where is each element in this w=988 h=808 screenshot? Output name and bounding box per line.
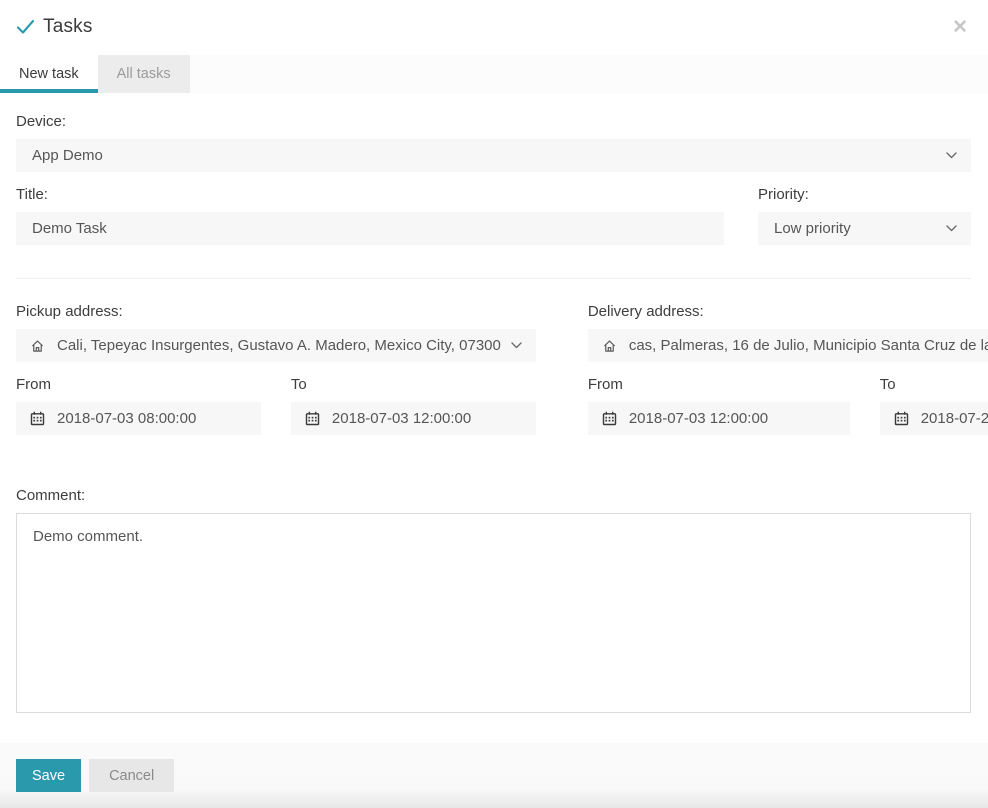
- addresses-row: Pickup address: Cali, Tepeyac Insurgente…: [16, 303, 988, 435]
- title-field-group: Title: Demo Task: [16, 186, 724, 245]
- tab-all-tasks[interactable]: All tasks: [97, 55, 190, 93]
- device-value: App Demo: [32, 147, 103, 164]
- calendar-icon: [30, 411, 45, 426]
- pickup-to-value: 2018-07-03 12:00:00: [331, 410, 472, 427]
- comment-label: Comment:: [16, 487, 86, 504]
- priority-field-group: Priority: Low priority: [758, 186, 971, 245]
- pickup-to-group: To 2018-07-03 12:00:00: [290, 376, 536, 435]
- priority-value: Low priority: [774, 220, 851, 237]
- calendar-icon: [305, 411, 320, 426]
- chevron-down-icon: [946, 152, 957, 159]
- save-button[interactable]: Save: [16, 759, 82, 792]
- pickup-from-input[interactable]: 2018-07-03 08:00:00: [16, 402, 261, 435]
- title-input[interactable]: Demo Task: [16, 212, 724, 245]
- pickup-fromto: From 2018-07-03 08:00:00 To 2018-07-03 1…: [16, 376, 536, 435]
- new-task-form: Device: App Demo Title: Demo Task Priori…: [0, 93, 988, 713]
- modal-header: Tasks ✕: [0, 0, 988, 39]
- delivery-address-value: cas, Palmeras, 16 de Julio, Municipio Sa…: [628, 337, 988, 354]
- delivery-from-value: 2018-07-03 12:00:00: [628, 410, 769, 427]
- pickup-from-label: From: [16, 376, 51, 393]
- device-field-group: Device: App Demo: [16, 113, 971, 172]
- comment-textarea[interactable]: [16, 513, 971, 713]
- delivery-from-input[interactable]: 2018-07-03 12:00:00: [587, 402, 850, 435]
- pickup-to-input[interactable]: 2018-07-03 12:00:00: [290, 402, 536, 435]
- title-label: Title:: [16, 186, 48, 203]
- device-select[interactable]: App Demo: [16, 139, 971, 172]
- title-wrap: Tasks: [16, 16, 93, 38]
- check-icon: [16, 19, 35, 35]
- title-value: Demo Task: [32, 220, 107, 237]
- pickup-to-label: To: [290, 376, 307, 393]
- priority-label: Priority:: [758, 186, 809, 203]
- pickup-address-value: Cali, Tepeyac Insurgentes, Gustavo A. Ma…: [57, 337, 501, 354]
- pickup-column: Pickup address: Cali, Tepeyac Insurgente…: [16, 303, 536, 435]
- tasks-modal: Tasks ✕ New task All tasks Device: App D…: [0, 0, 988, 808]
- delivery-column: Delivery address: cas, Palmeras, 16 de J…: [587, 303, 988, 435]
- page-title: Tasks: [43, 16, 93, 37]
- pickup-from-value: 2018-07-03 08:00:00: [57, 410, 197, 427]
- pickup-from-group: From 2018-07-03 08:00:00: [16, 376, 261, 435]
- delivery-to-label: To: [879, 376, 896, 393]
- home-icon: [602, 339, 617, 353]
- calendar-icon: [602, 411, 617, 426]
- device-label: Device:: [16, 113, 67, 130]
- section-divider: [16, 278, 971, 279]
- title-priority-row: Title: Demo Task Priority: Low priority: [16, 186, 971, 245]
- delivery-to-value: 2018-07-26 17:30:00: [920, 410, 988, 427]
- tab-new-task[interactable]: New task: [0, 55, 98, 93]
- close-icon[interactable]: ✕: [948, 16, 972, 39]
- delivery-fromto: From 2018-07-03 12:00:00 To 2018-07-2: [587, 376, 988, 435]
- comment-field-group: Comment:: [16, 487, 971, 713]
- delivery-address-label: Delivery address:: [587, 303, 704, 320]
- tab-bar: New task All tasks: [0, 55, 988, 93]
- delivery-address-select[interactable]: cas, Palmeras, 16 de Julio, Municipio Sa…: [587, 329, 988, 362]
- modal-footer: Save Cancel: [0, 743, 988, 808]
- pickup-address-select[interactable]: Cali, Tepeyac Insurgentes, Gustavo A. Ma…: [16, 329, 536, 362]
- chevron-down-icon: [946, 225, 957, 232]
- pickup-address-label: Pickup address:: [16, 303, 123, 320]
- chevron-down-icon: [511, 342, 522, 349]
- priority-select[interactable]: Low priority: [758, 212, 971, 245]
- delivery-from-label: From: [587, 376, 623, 393]
- home-icon: [30, 339, 45, 353]
- delivery-to-input[interactable]: 2018-07-26 17:30:00: [879, 402, 988, 435]
- delivery-to-group: To 2018-07-26 17:30:00: [879, 376, 988, 435]
- calendar-icon: [894, 411, 909, 426]
- delivery-from-group: From 2018-07-03 12:00:00: [587, 376, 850, 435]
- cancel-button[interactable]: Cancel: [89, 759, 175, 792]
